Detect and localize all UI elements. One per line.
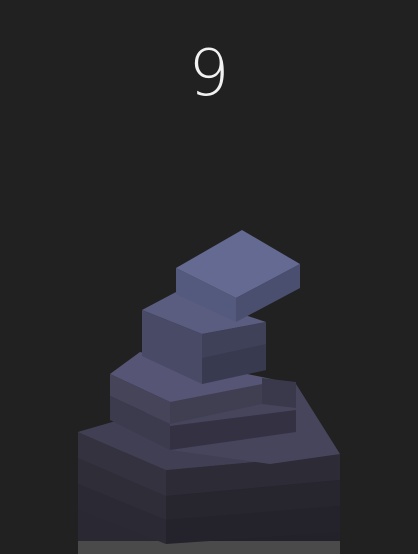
game-stage[interactable]: 9 — [0, 0, 418, 554]
block-tower — [78, 230, 340, 554]
